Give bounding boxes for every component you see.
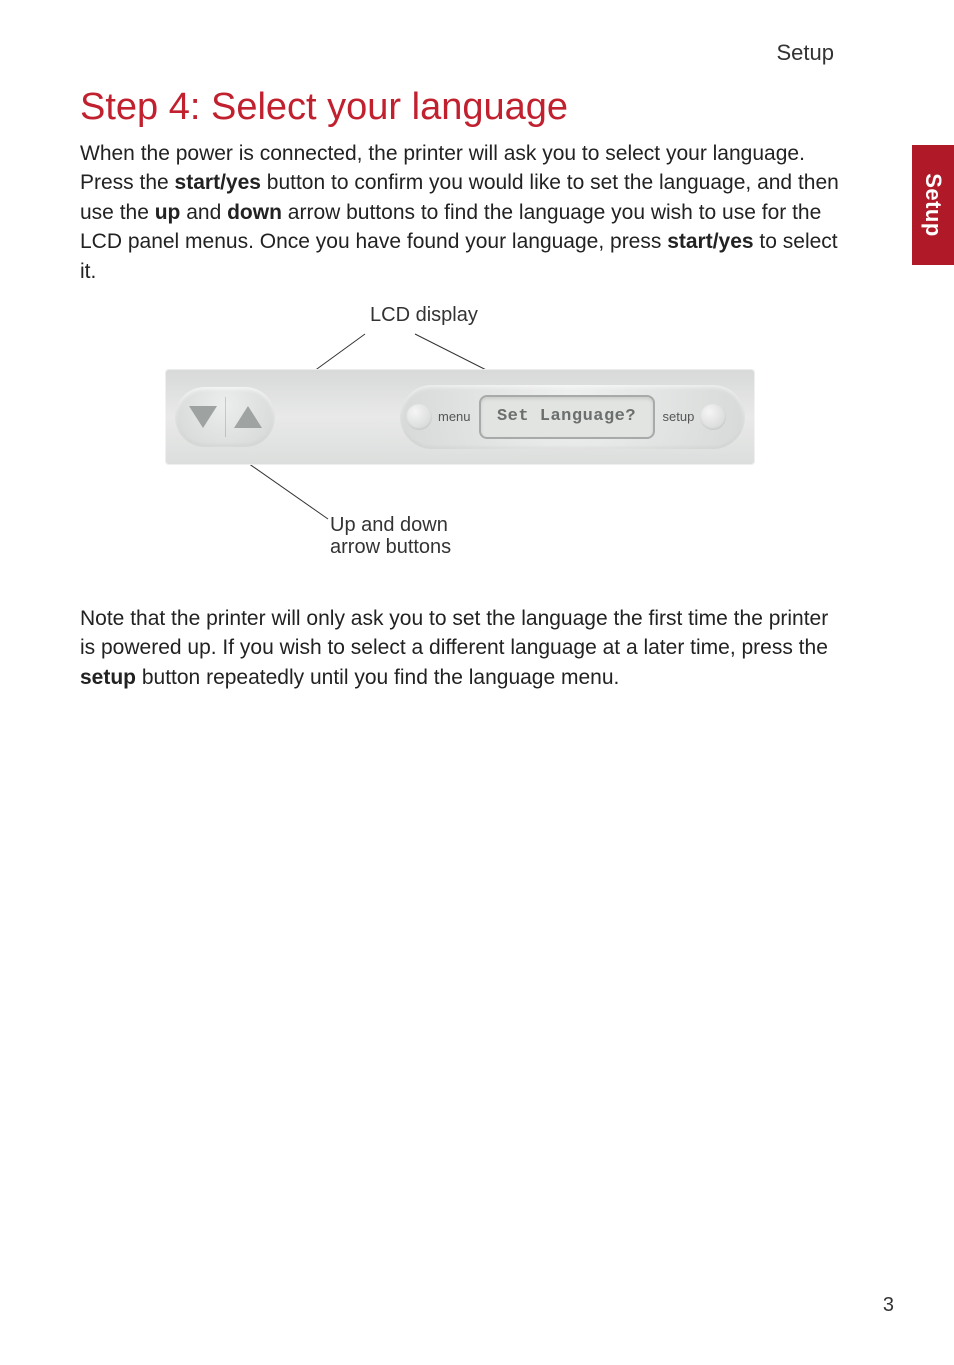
instruction-paragraph-1: When the power is connected, the printer…	[80, 139, 840, 286]
divider	[225, 397, 226, 437]
callout-arrow-buttons: Up and down arrow buttons	[330, 514, 451, 558]
menu-button-icon	[406, 404, 432, 430]
bold-setup: setup	[80, 666, 136, 689]
callout-lcd-display: LCD display	[370, 304, 478, 327]
printer-control-panel: menu Set Language? setup	[165, 369, 755, 465]
header-section: Setup	[80, 40, 894, 66]
side-tab-setup: Setup	[912, 145, 954, 265]
page-title: Step 4: Select your language	[80, 86, 894, 129]
arrow-button-cluster	[175, 387, 275, 447]
text: Note that the printer will only ask you …	[80, 607, 828, 659]
printer-panel-diagram: LCD display Up and down arrow buttons me…	[80, 304, 840, 574]
text: arrow buttons	[330, 536, 451, 558]
setup-button-label: setup	[663, 409, 695, 424]
side-tab-label: Setup	[920, 173, 946, 237]
text: button repeatedly until you find the lan…	[136, 666, 619, 689]
up-arrow-icon	[234, 406, 262, 428]
menu-button-label: menu	[438, 409, 471, 424]
setup-button-icon	[700, 404, 726, 430]
lcd-cluster: menu Set Language? setup	[400, 385, 745, 449]
bold-start-yes-2: start/yes	[667, 230, 753, 253]
text: Up and down	[330, 514, 448, 536]
bold-start-yes: start/yes	[175, 171, 261, 194]
text: and	[180, 201, 227, 224]
page-number: 3	[883, 1294, 894, 1317]
bold-down: down	[227, 201, 282, 224]
lcd-screen: Set Language?	[479, 395, 655, 439]
down-arrow-icon	[189, 406, 217, 428]
bold-up: up	[155, 201, 181, 224]
instruction-paragraph-2: Note that the printer will only ask you …	[80, 604, 840, 692]
